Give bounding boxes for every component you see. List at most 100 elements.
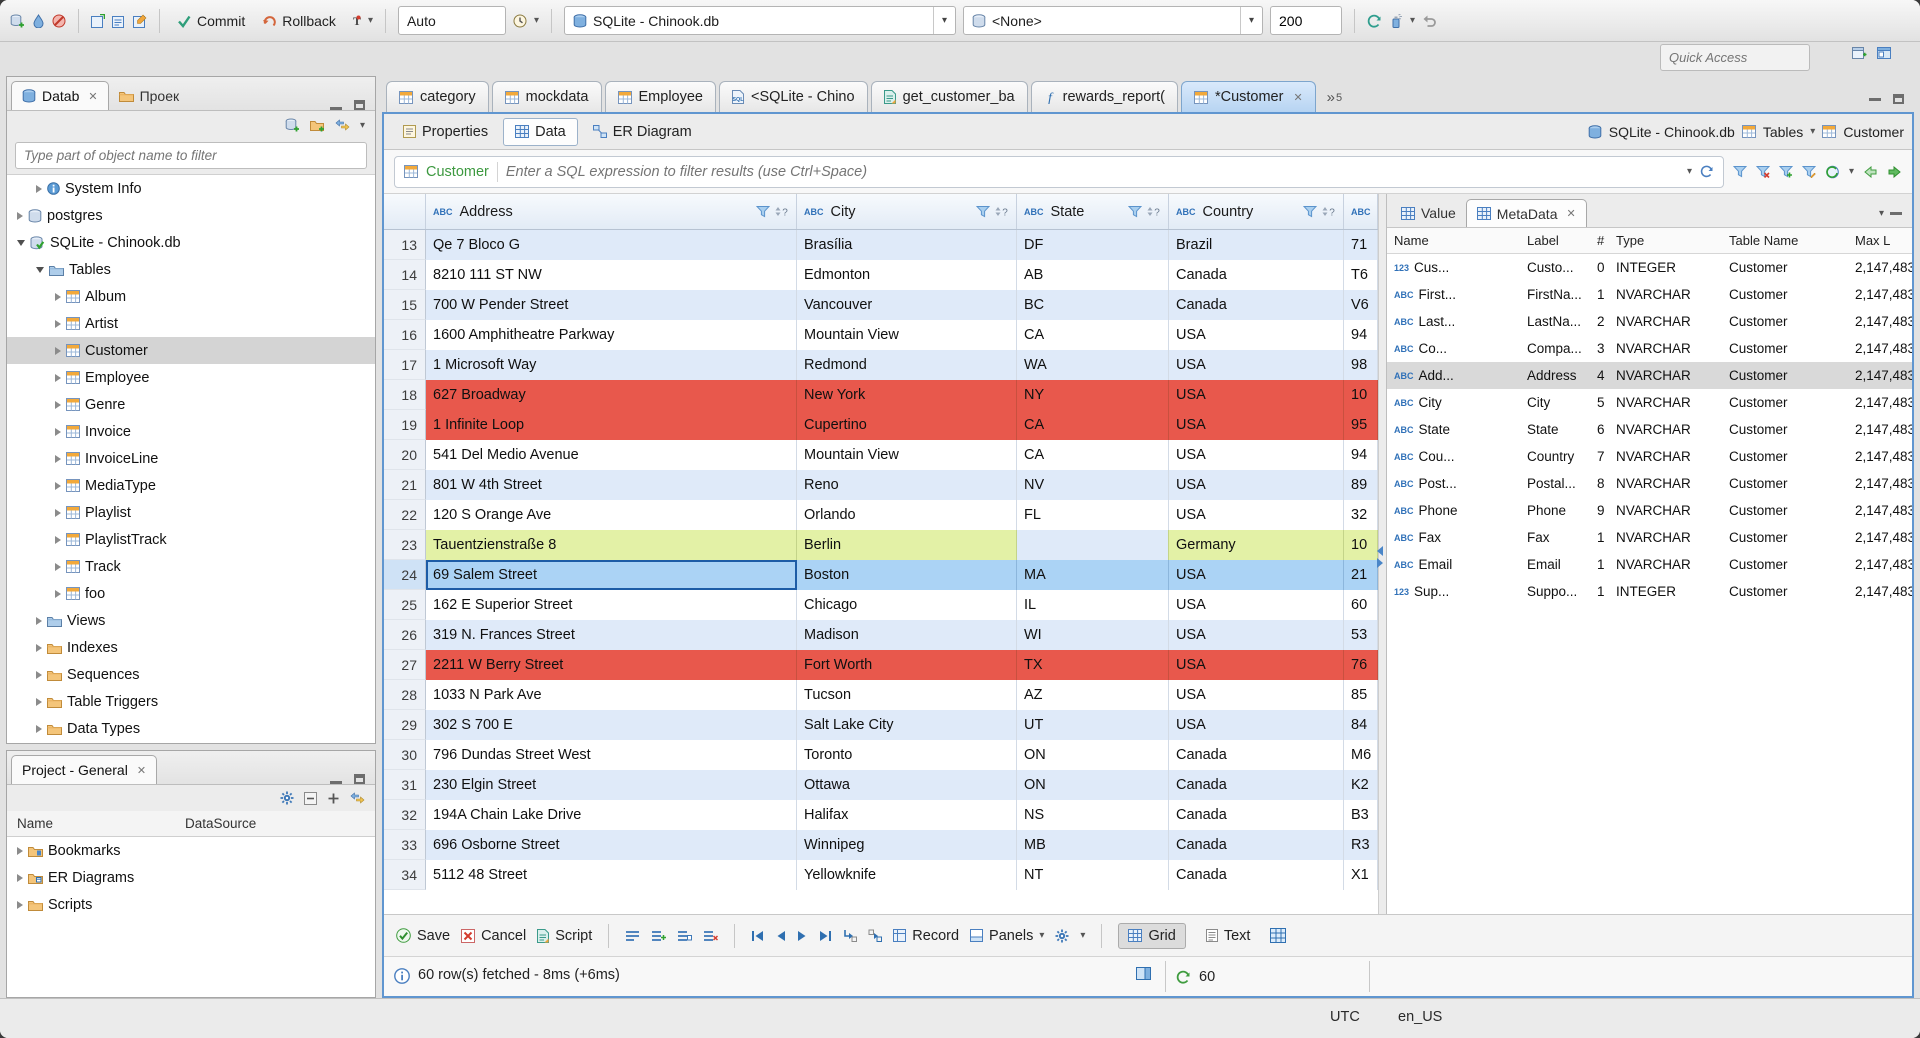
add-folder-icon[interactable] — [309, 119, 325, 132]
cell[interactable]: New York — [797, 380, 1017, 410]
editor-tab-get-customer-ba[interactable]: get_customer_ba — [870, 81, 1028, 112]
meta-column-x[interactable]: # — [1593, 233, 1612, 248]
expand-arrow-icon[interactable] — [36, 643, 42, 652]
record-button[interactable]: Record — [893, 928, 959, 944]
cell[interactable]: 1 Microsoft Way — [426, 350, 797, 380]
add-connection-icon[interactable] — [285, 118, 300, 132]
cell[interactable]: Germany — [1169, 530, 1344, 560]
tree-item-postgres[interactable]: postgres — [7, 202, 375, 229]
collapse-all-icon[interactable] — [304, 791, 317, 805]
metadata-row[interactable]: ABC Last... LastNa... 2 NVARCHAR Customer 2,14… — [1387, 308, 1912, 335]
metadata-row[interactable]: ABC First... FirstNa... 1 NVARCHAR Customer 2,… — [1387, 281, 1912, 308]
transaction-history-icon[interactable] — [513, 14, 527, 28]
cell[interactable]: USA — [1169, 680, 1344, 710]
cell[interactable]: Canada — [1169, 290, 1344, 320]
expand-arrow-icon[interactable] — [55, 508, 61, 517]
cell[interactable]: 98 — [1344, 350, 1378, 380]
cell[interactable]: 94 — [1344, 320, 1378, 350]
cell[interactable]: FL — [1017, 500, 1169, 530]
expand-arrow-icon[interactable] — [36, 724, 42, 733]
cell[interactable]: 8210 111 ST NW — [426, 260, 797, 290]
text-view-toggle[interactable]: Text — [1197, 924, 1260, 948]
project-item-scripts[interactable]: Scripts — [7, 891, 375, 918]
gear-icon[interactable] — [280, 791, 294, 805]
editor-tab-mockdata[interactable]: mockdata — [491, 81, 602, 112]
metadata-row[interactable]: ABC State State 6 NVARCHAR Customer 2,147,483 — [1387, 416, 1912, 443]
project-item-bookmarks[interactable]: Bookmarks — [7, 837, 375, 864]
meta-column-name[interactable]: Name — [1387, 233, 1523, 248]
dropdown-caret-icon[interactable]: ▾ — [1410, 15, 1415, 26]
cell[interactable]: 32 — [1344, 500, 1378, 530]
metadata-row[interactable]: ABC Post... Postal... 8 NVARCHAR Customer 2,14… — [1387, 470, 1912, 497]
maximize-icon[interactable] — [354, 774, 365, 784]
cell[interactable]: USA — [1169, 380, 1344, 410]
last-row-icon[interactable] — [818, 930, 832, 942]
cell[interactable]: MB — [1017, 830, 1169, 860]
expand-arrow-icon[interactable] — [55, 373, 61, 382]
cell[interactable]: 302 S 700 E — [426, 710, 797, 740]
previous-row-icon[interactable] — [776, 930, 786, 942]
cell[interactable]: 85 — [1344, 680, 1378, 710]
cell[interactable]: AZ — [1017, 680, 1169, 710]
cell[interactable]: Edmonton — [797, 260, 1017, 290]
next-row-icon[interactable] — [797, 930, 807, 942]
duplicate-row-icon[interactable] — [677, 930, 693, 942]
cell[interactable]: 2211 W Berry Street — [426, 650, 797, 680]
minimize-icon[interactable] — [1890, 212, 1902, 215]
project-tab[interactable]: Project - General ✕ — [11, 755, 158, 784]
open-perspective-icon[interactable] — [1852, 46, 1867, 60]
tab-properties[interactable]: Properties — [392, 118, 499, 146]
tree-item-system-info[interactable]: System Info — [7, 175, 375, 202]
cell[interactable]: USA — [1169, 710, 1344, 740]
connection-select[interactable]: SQLite - Chinook.db ▾ — [564, 6, 956, 35]
result-grid-icon[interactable] — [1270, 928, 1287, 943]
tree-item-album[interactable]: Album — [7, 283, 375, 310]
grid-view-toggle[interactable]: Grid — [1118, 922, 1186, 949]
navigator-tab-datab[interactable]: Datab ✕ — [11, 81, 109, 110]
cell[interactable]: CA — [1017, 440, 1169, 470]
cell[interactable]: 10 — [1344, 530, 1378, 560]
tree-item-genre[interactable]: Genre — [7, 391, 375, 418]
expand-arrow-icon[interactable] — [55, 292, 61, 301]
minimize-icon[interactable] — [330, 107, 342, 110]
cell[interactable]: 627 Broadway — [426, 380, 797, 410]
close-tab-icon[interactable]: ✕ — [1566, 207, 1575, 220]
cell[interactable]: R3 — [1344, 830, 1378, 860]
expand-arrow-icon[interactable] — [17, 873, 23, 882]
expand-arrow-icon[interactable] — [55, 346, 61, 355]
tree-item-data-types[interactable]: Data Types — [7, 715, 375, 742]
meta-column-label[interactable]: Label — [1523, 233, 1593, 248]
new-connection-icon[interactable] — [10, 14, 25, 28]
filter-history-icon[interactable]: ▾ — [1687, 166, 1692, 177]
cell[interactable]: IL — [1017, 590, 1169, 620]
rollback-button[interactable]: Rollback — [257, 10, 341, 32]
tree-item-sequences[interactable]: Sequences — [7, 661, 375, 688]
cell[interactable]: DF — [1017, 230, 1169, 260]
expand-arrow-icon[interactable] — [55, 589, 61, 598]
cell[interactable]: 10 — [1344, 380, 1378, 410]
cell[interactable]: USA — [1169, 650, 1344, 680]
cell[interactable]: NS — [1017, 800, 1169, 830]
tree-item-table-triggers[interactable]: Table Triggers — [7, 688, 375, 715]
meta-column-table-name[interactable]: Table Name — [1725, 233, 1851, 248]
cell[interactable]: 1 Infinite Loop — [426, 410, 797, 440]
cell[interactable]: Winnipeg — [797, 830, 1017, 860]
tree-item-playlisttrack[interactable]: PlaylistTrack — [7, 526, 375, 553]
tree-item-track[interactable]: Track — [7, 553, 375, 580]
object-filter-input[interactable] — [15, 142, 367, 169]
column-header-postalcode[interactable]: ABC — [1344, 194, 1378, 229]
tree-item-invoice[interactable]: Invoice — [7, 418, 375, 445]
cell[interactable]: USA — [1169, 560, 1344, 590]
tx-mode-select[interactable]: Auto — [397, 6, 506, 35]
minimize-icon[interactable] — [1869, 97, 1881, 101]
context-object[interactable]: Customer — [1843, 124, 1904, 140]
cell[interactable]: USA — [1169, 590, 1344, 620]
metadata-row[interactable]: ABC Email Email 1 NVARCHAR Customer 2,147,483 — [1387, 551, 1912, 578]
expand-arrow-icon[interactable] — [55, 535, 61, 544]
column-header-state[interactable]: ABC State? — [1017, 194, 1169, 229]
edit-value-icon[interactable] — [625, 930, 640, 942]
expand-arrow-icon[interactable] — [17, 900, 23, 909]
expand-arrow-icon[interactable] — [55, 562, 61, 571]
chevron-down-icon[interactable]: ▾ — [1810, 126, 1815, 137]
link-with-editor-icon[interactable] — [350, 792, 365, 804]
